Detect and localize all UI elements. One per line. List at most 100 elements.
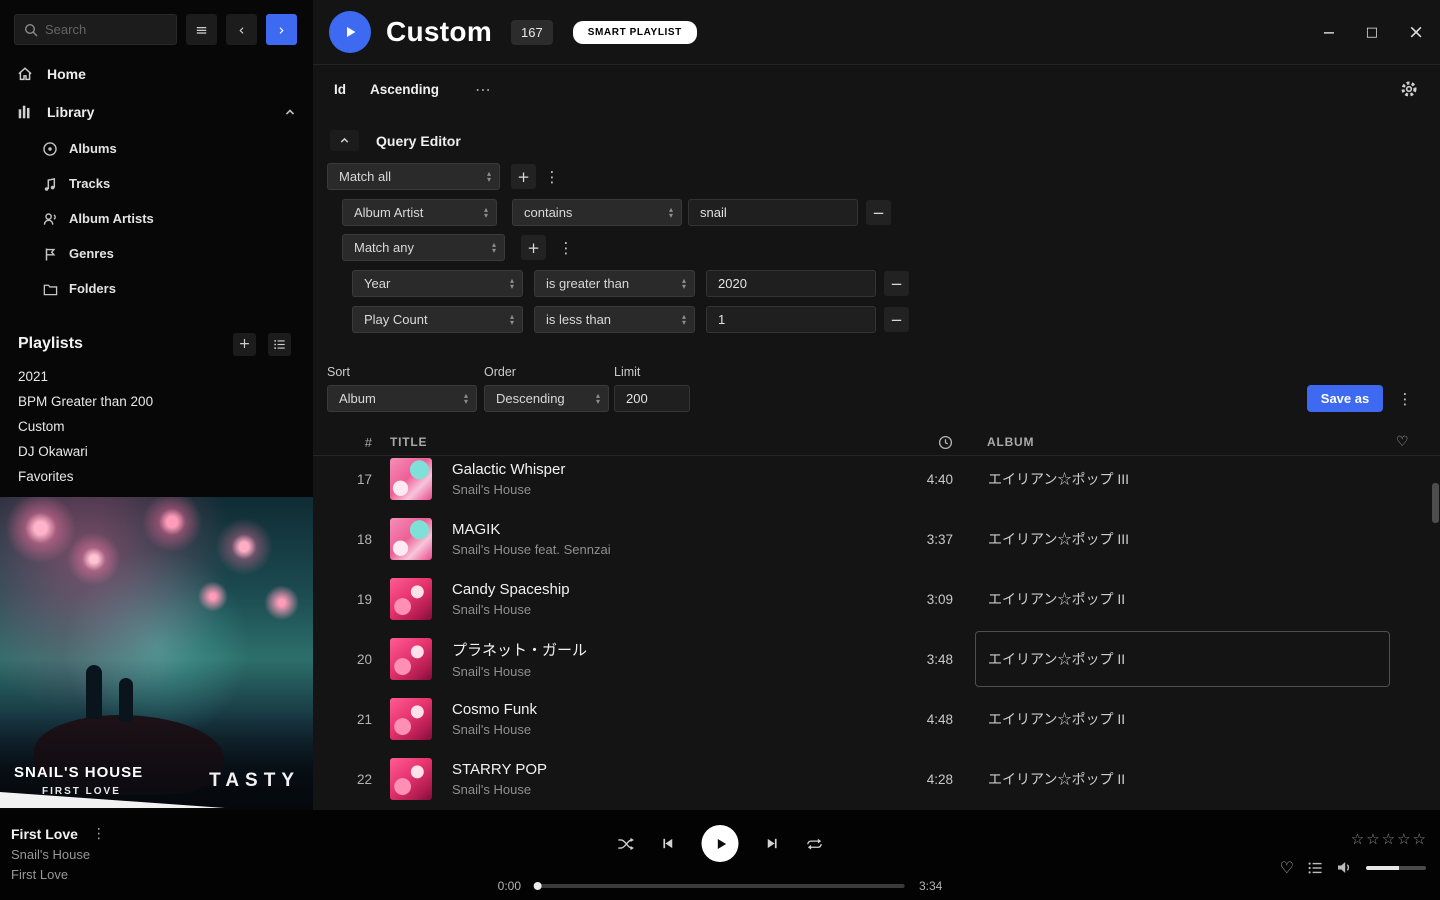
more-options-icon[interactable]: ⋯	[475, 80, 491, 99]
group-match-mode-select[interactable]: Match any ▴▾	[342, 234, 505, 261]
nav-back-button[interactable]: ‹	[226, 14, 257, 45]
now-playing-menu-icon[interactable]: ⋮	[91, 826, 107, 842]
star-icon[interactable]: ☆	[1366, 830, 1379, 848]
track-album-cell-focused[interactable]: エイリアン☆ポップ II	[975, 631, 1390, 687]
column-favorite[interactable]: ♡	[1390, 434, 1440, 450]
chevron-up-icon[interactable]	[283, 105, 297, 119]
column-album[interactable]: ALBUM	[975, 435, 1390, 449]
playlist-item-favorites[interactable]: Favorites	[0, 464, 313, 489]
rule-operator-select[interactable]: contains ▴▾	[512, 199, 682, 226]
query-footer: Album ▴▾ Descending ▴▾ Save as ⋮	[313, 385, 1440, 412]
playlist-item-bpm[interactable]: BPM Greater than 200	[0, 389, 313, 414]
menu-button[interactable]: ≡	[186, 14, 217, 45]
nav-forward-button[interactable]: ›	[266, 14, 297, 45]
rule-value-input[interactable]	[688, 199, 858, 226]
rule-operator-select[interactable]: is greater than ▴▾	[534, 270, 695, 297]
music-note-icon	[42, 176, 58, 192]
sidebar-item-genres[interactable]: Genres	[0, 236, 313, 271]
column-number[interactable]: #	[313, 435, 372, 450]
rule-value-input[interactable]	[706, 306, 876, 333]
rule-menu-icon[interactable]: ⋮	[544, 168, 560, 186]
add-playlist-button[interactable]: +	[233, 333, 256, 356]
close-button[interactable]: ×	[1408, 23, 1424, 42]
track-duration: 4:48	[873, 712, 953, 727]
play-playlist-button[interactable]	[329, 11, 371, 53]
column-duration[interactable]	[873, 435, 953, 450]
table-row[interactable]: 20 プラネット・ガール Snail's House 3:48 エイリアン☆ポッ…	[313, 629, 1440, 689]
save-menu-icon[interactable]: ⋮	[1397, 390, 1413, 408]
collapse-query-editor-button[interactable]	[330, 130, 359, 151]
star-icon[interactable]: ☆	[1382, 830, 1395, 848]
star-icon[interactable]: ☆	[1397, 830, 1410, 848]
scrollbar-thumb[interactable]	[1432, 483, 1439, 523]
table-row[interactable]: 22 STARRY POP Snail's House 4:28 エイリアン☆ポ…	[313, 749, 1440, 809]
plus-icon: +	[239, 336, 251, 352]
select-value: Match any	[354, 240, 414, 255]
table-row[interactable]: 18 MAGIK Snail's House feat. Sennzai 3:3…	[313, 509, 1440, 569]
queue-button[interactable]	[1307, 860, 1323, 876]
sidebar-item-folders[interactable]: Folders	[0, 271, 313, 306]
seek-bar[interactable]	[535, 884, 905, 888]
track-album-cell[interactable]: エイリアン☆ポップ II	[975, 571, 1390, 627]
remove-rule-button[interactable]: −	[884, 271, 909, 296]
group-menu-icon[interactable]: ⋮	[558, 239, 574, 257]
search-input[interactable]	[45, 22, 167, 37]
repeat-button[interactable]	[806, 835, 824, 853]
order-select[interactable]: Descending ▴▾	[484, 385, 609, 412]
match-mode-select[interactable]: Match all ▴▾	[327, 163, 500, 190]
select-value: contains	[524, 205, 572, 220]
artwork-figure	[119, 678, 133, 722]
column-title[interactable]: TITLE	[390, 435, 873, 449]
rule-field-select[interactable]: Play Count ▴▾	[352, 306, 523, 333]
shuffle-button[interactable]	[617, 835, 635, 853]
star-icon[interactable]: ☆	[1413, 830, 1426, 848]
settings-button[interactable]	[1400, 80, 1418, 98]
remove-rule-button[interactable]: −	[866, 200, 891, 225]
track-album-cell[interactable]: エイリアン☆ポップ III	[975, 456, 1390, 507]
remove-rule-button[interactable]: −	[884, 307, 909, 332]
playlist-view-button[interactable]	[268, 333, 291, 356]
sidebar-item-label: Album Artists	[69, 211, 154, 226]
play-pause-button[interactable]	[702, 825, 739, 862]
rule-field-select[interactable]: Year ▴▾	[352, 270, 523, 297]
sort-direction-button[interactable]: Ascending	[370, 82, 439, 97]
rule-operator-select[interactable]: is less than ▴▾	[534, 306, 695, 333]
chevron-up-icon	[338, 134, 351, 147]
track-album-cell[interactable]: エイリアン☆ポップ II	[975, 751, 1390, 807]
favorite-button[interactable]: ♡	[1280, 858, 1294, 877]
search-box[interactable]	[14, 14, 177, 45]
minimize-button[interactable]: −	[1322, 25, 1335, 41]
limit-input[interactable]	[614, 385, 690, 412]
volume-slider[interactable]	[1366, 866, 1426, 870]
maximize-button[interactable]: □	[1366, 26, 1378, 39]
track-album-cell[interactable]: エイリアン☆ポップ III	[975, 511, 1390, 567]
save-as-button[interactable]: Save as	[1307, 385, 1383, 412]
table-row[interactable]: 19 Candy Spaceship Snail's House 3:09 エイ…	[313, 569, 1440, 629]
table-row[interactable]: 21 Cosmo Funk Snail's House 4:48 エイリアン☆ポ…	[313, 689, 1440, 749]
table-row[interactable]: 17 Galactic Whisper Snail's House 4:40 エ…	[313, 456, 1440, 509]
sidebar-item-albums[interactable]: Albums	[0, 131, 313, 166]
shuffle-icon	[617, 835, 635, 853]
sidebar-item-library[interactable]: Library	[0, 93, 313, 131]
track-album-cell[interactable]: エイリアン☆ポップ II	[975, 691, 1390, 747]
sidebar-item-tracks[interactable]: Tracks	[0, 166, 313, 201]
rule-value-input[interactable]	[706, 270, 876, 297]
add-group-rule-button[interactable]: +	[521, 235, 546, 260]
add-rule-button[interactable]: +	[511, 164, 536, 189]
queue-icon	[1307, 860, 1323, 876]
playlist-item-dj-okawari[interactable]: DJ Okawari	[0, 439, 313, 464]
playlist-item-2021[interactable]: 2021	[0, 364, 313, 389]
sidebar-item-album-artists[interactable]: Album Artists	[0, 201, 313, 236]
previous-track-button[interactable]	[660, 835, 677, 852]
rule-field-select[interactable]: Album Artist ▴▾	[342, 199, 497, 226]
sidebar-item-home[interactable]: Home	[0, 55, 313, 93]
sidebar-item-label: Tracks	[69, 176, 110, 191]
sort-field-button[interactable]: Id	[334, 82, 346, 97]
playlist-item-custom[interactable]: Custom	[0, 414, 313, 439]
star-icon[interactable]: ☆	[1351, 830, 1364, 848]
volume-button[interactable]	[1336, 859, 1353, 876]
sort-select[interactable]: Album ▴▾	[327, 385, 477, 412]
next-track-button[interactable]	[764, 835, 781, 852]
now-playing-artwork[interactable]: SNAIL'S HOUSE FIRST LOVE TASTY	[0, 497, 313, 808]
seek-handle[interactable]	[534, 882, 542, 890]
